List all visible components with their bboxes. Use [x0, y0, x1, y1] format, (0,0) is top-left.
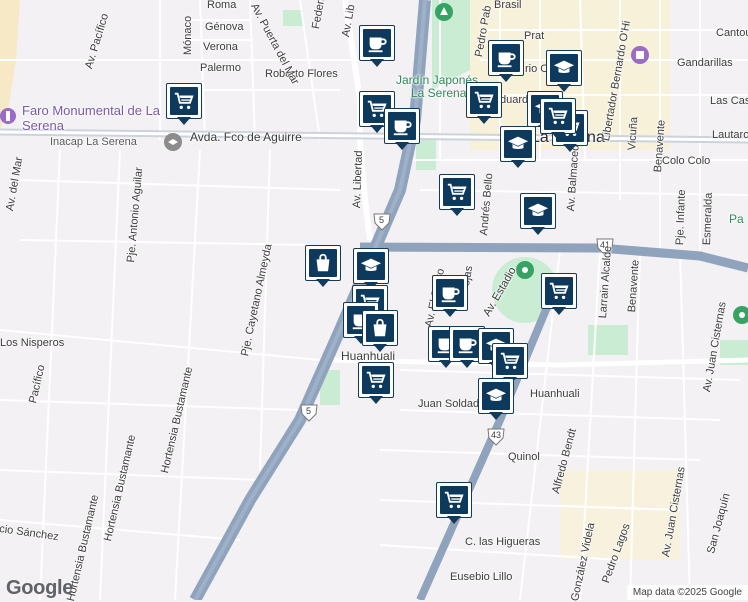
- coffee-cup-icon: [388, 112, 416, 140]
- right-edge-poi-icon: [733, 306, 748, 324]
- label-cantou: Cantou: [716, 27, 748, 39]
- label-verona: Verona: [203, 41, 238, 53]
- inacap-poi-icon: [164, 133, 182, 151]
- label-monaco: Mónaco: [182, 15, 194, 55]
- label-los-nisperos: Los Nisperos: [0, 337, 65, 349]
- label-huanhuali-2: Huanhuali: [530, 388, 580, 400]
- google-logo: Google: [6, 577, 74, 599]
- label-av-libertad: Av. Libertad: [351, 150, 366, 209]
- coffee-cup-icon: [453, 330, 481, 358]
- label-genova: Génova: [205, 21, 244, 33]
- label-quinol: Quinol: [508, 451, 540, 463]
- label-brasil: Brasil: [494, 0, 522, 11]
- coffee-marker-1[interactable]: [359, 25, 397, 69]
- label-pa: Pa: [729, 212, 744, 226]
- label-eusebio-lillo: Eusebio Lillo: [450, 571, 513, 583]
- park-small-1: [283, 10, 303, 26]
- label-inacap: Inacap La Serena: [50, 136, 137, 148]
- label-gandarillas: Gandarillas: [677, 57, 733, 69]
- label-juan-soldado: Juan Soldado: [418, 398, 486, 410]
- label-c-las-higueras: C. las Higueras: [465, 536, 541, 548]
- route-43-number: 43: [491, 430, 502, 440]
- label-la-serena-park: La Serena: [411, 86, 467, 100]
- shopping-cart-icon: [470, 86, 498, 114]
- label-prat: Prat: [524, 30, 545, 42]
- cart-marker-6[interactable]: [541, 273, 579, 317]
- shopping-cart-icon: [440, 486, 468, 514]
- route-5-number: 5: [379, 215, 385, 225]
- shopping-cart-icon: [496, 347, 524, 375]
- coffee-marker-2[interactable]: [384, 108, 422, 152]
- store-marker-2[interactable]: [362, 310, 400, 354]
- route-5b-number: 5: [306, 406, 312, 416]
- cart-marker-8[interactable]: [358, 362, 396, 406]
- coffee-cup-icon: [436, 279, 464, 307]
- cart-marker-10[interactable]: [436, 482, 474, 526]
- label-roma: Roma: [207, 0, 237, 11]
- school-marker-4[interactable]: [520, 193, 558, 237]
- graduation-cap-icon: [504, 130, 532, 158]
- school-marker-3[interactable]: [500, 126, 538, 170]
- label-colo-colo: Colo Colo: [662, 155, 711, 167]
- label-esmeralda: Esmeralda: [701, 192, 715, 246]
- coffee-marker-3[interactable]: [488, 40, 526, 84]
- label-roberto-flores: Roberto Flores: [265, 68, 338, 80]
- label-vicuna: Vicuña: [626, 116, 641, 151]
- cart-marker-11[interactable]: [540, 98, 578, 142]
- shopping-cart-icon: [443, 178, 471, 206]
- label-palermo: Palermo: [200, 62, 241, 74]
- label-lautaro: Lautaro: [712, 129, 748, 141]
- cart-marker-1[interactable]: [166, 83, 204, 127]
- cart-marker-3[interactable]: [466, 82, 504, 126]
- shopping-cart-icon: [170, 87, 198, 115]
- label-pje-infante: Pje. Infante: [674, 189, 688, 246]
- graduation-cap-icon: [550, 54, 578, 82]
- coffee-marker-5[interactable]: [432, 275, 470, 319]
- label-las-casas: Las Cas: [710, 95, 748, 107]
- label-faro: Faro Monumental de La Serena: [22, 103, 161, 133]
- route-41: [359, 242, 748, 273]
- graduation-cap-icon: [357, 252, 385, 280]
- map-canvas[interactable]: 5 5 41 43 Roma Mónaco Génova Verona Pale…: [0, 0, 748, 602]
- map-data-credit[interactable]: Map data ©2025 Google: [626, 585, 748, 600]
- cart-marker-5[interactable]: [439, 174, 477, 218]
- shopping-cart-icon: [362, 366, 390, 394]
- faro-poi-icon: [0, 108, 16, 124]
- jardin-poi-icon: [435, 3, 453, 21]
- store-marker-1[interactable]: [305, 245, 343, 289]
- coffee-cup-icon: [492, 44, 520, 72]
- graduation-cap-icon: [482, 382, 510, 410]
- school-marker-1[interactable]: [546, 50, 584, 94]
- shopping-bag-icon: [309, 249, 337, 277]
- label-avda-aguirre: Avda. Fco de Aguirre: [190, 130, 302, 144]
- shopping-cart-icon: [544, 102, 572, 130]
- coffee-cup-icon: [363, 29, 391, 57]
- shopping-cart-icon: [545, 277, 573, 305]
- shopping-bag-icon: [366, 314, 394, 342]
- graduation-cap-icon: [524, 197, 552, 225]
- school-marker-7[interactable]: [478, 378, 516, 422]
- label-rio-c: rio C: [525, 63, 549, 75]
- downtown-poi-icon: [631, 46, 649, 64]
